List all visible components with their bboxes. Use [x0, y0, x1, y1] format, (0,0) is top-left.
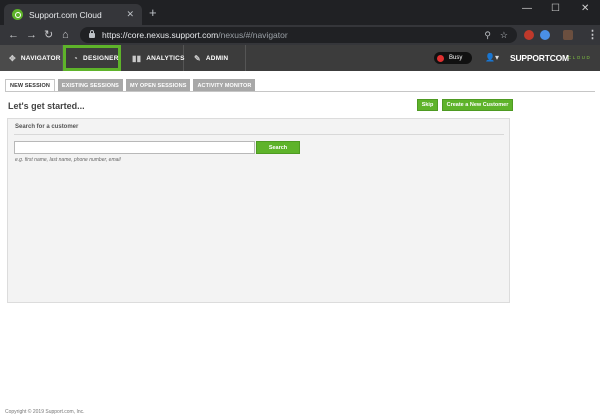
- forward-button[interactable]: →: [26, 28, 37, 42]
- minimize-button[interactable]: —: [522, 3, 532, 14]
- brand-logo-sub: CLOUD: [568, 55, 592, 60]
- profile-avatar[interactable]: [563, 30, 573, 40]
- tab-close-icon[interactable]: ✕: [126, 9, 134, 20]
- nav-admin[interactable]: ✎ ADMIN: [184, 45, 246, 71]
- nav-label: ANALYTICS: [146, 54, 185, 62]
- page-title: Let's get started...: [8, 101, 85, 111]
- create-customer-button[interactable]: Create a New Customer: [442, 99, 513, 111]
- maximize-button[interactable]: ☐: [551, 3, 560, 14]
- nav-designer[interactable]: ◔ DESIGNER: [63, 45, 121, 71]
- status-toggle[interactable]: Busy: [434, 52, 472, 64]
- extension-icon[interactable]: [524, 30, 534, 40]
- new-tab-button[interactable]: +: [149, 6, 157, 19]
- status-dot-icon: [437, 54, 444, 62]
- favicon-icon: [12, 9, 23, 20]
- search-panel: Search for a customer Search e.g. first …: [7, 118, 510, 303]
- navigator-icon: ✥: [9, 53, 16, 63]
- search-hint: e.g. first name, last name, phone number…: [15, 157, 121, 163]
- extension-icon[interactable]: [540, 30, 550, 40]
- nav-label: NAVIGATOR: [20, 54, 61, 62]
- bookmark-star-icon[interactable]: ☆: [500, 30, 508, 41]
- divider: [5, 91, 595, 92]
- search-panel-title: Search for a customer: [15, 124, 79, 130]
- browser-toolbar: ← → ↻ ⌂ https://core.nexus.support.com/n…: [0, 25, 600, 45]
- home-button[interactable]: ⌂: [62, 28, 69, 42]
- customer-search-input[interactable]: [14, 141, 255, 154]
- browser-tab[interactable]: Support.com Cloud ✕: [4, 4, 142, 25]
- search-button[interactable]: Search: [256, 141, 300, 154]
- nav-navigator[interactable]: ✥ NAVIGATOR: [0, 45, 63, 71]
- address-bar[interactable]: https://core.nexus.support.com/nexus/#/n…: [80, 27, 517, 43]
- brand-logo: SUPPORTCOM: [510, 53, 569, 63]
- analytics-icon: ▮▮: [132, 53, 142, 63]
- designer-icon: ◔: [73, 53, 79, 63]
- reload-button[interactable]: ↻: [44, 28, 53, 42]
- nav-analytics[interactable]: ▮▮ ANALYTICS: [122, 45, 184, 71]
- user-menu-icon[interactable]: 👤▾: [485, 53, 499, 62]
- nav-label: ADMIN: [205, 54, 229, 62]
- lock-icon: [89, 29, 95, 38]
- browser-tabstrip: Support.com Cloud ✕ + — ☐ ✕: [0, 0, 600, 25]
- browser-menu-icon[interactable]: ⋮: [587, 28, 598, 41]
- tab-title: Support.com Cloud: [29, 9, 102, 20]
- admin-icon: ✎: [194, 53, 201, 63]
- address-url[interactable]: https://core.nexus.support.com/nexus/#/n…: [102, 30, 484, 40]
- search-icon[interactable]: ⚲: [484, 30, 491, 41]
- divider: [14, 134, 504, 135]
- footer-copyright: Copyright © 2019 Support.com, Inc.: [5, 409, 85, 415]
- close-window-button[interactable]: ✕: [581, 3, 589, 14]
- skip-button[interactable]: Skip: [417, 99, 438, 111]
- status-label: Busy: [449, 55, 463, 61]
- nav-label: DESIGNER: [83, 54, 119, 62]
- back-button[interactable]: ←: [8, 28, 19, 42]
